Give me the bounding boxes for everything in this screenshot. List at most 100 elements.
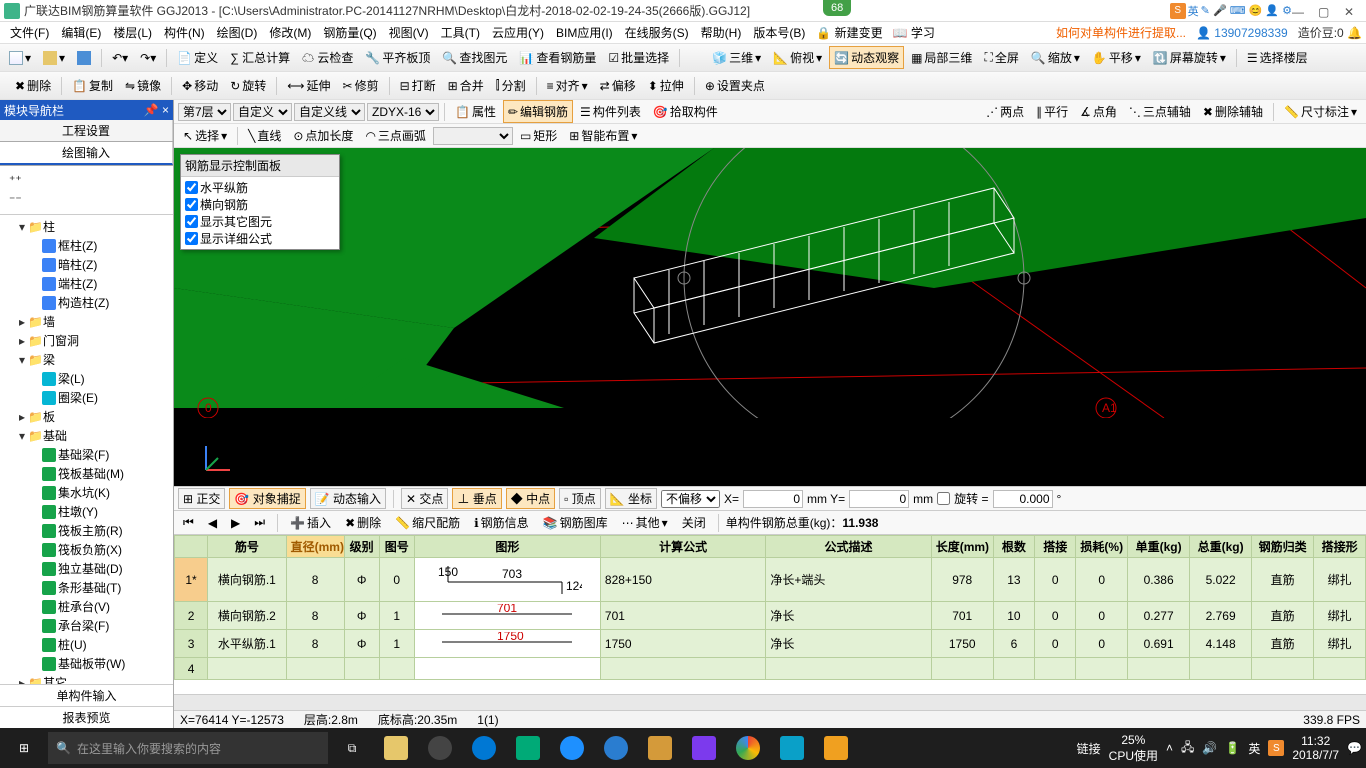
app-generic1[interactable]: [684, 728, 724, 768]
grid-cell[interactable]: Φ: [344, 558, 379, 602]
tree-node[interactable]: 桩(U): [2, 635, 171, 654]
grid-header[interactable]: 搭接形: [1314, 536, 1366, 558]
ime-mode[interactable]: 英: [1188, 3, 1199, 19]
rebar-display-panel[interactable]: 钢筋显示控制面板 水平纵筋 横向钢筋 显示其它图元 显示详细公式: [180, 154, 340, 250]
threept-button[interactable]: ⋱ 三点辅轴: [1124, 100, 1196, 123]
grid-cell[interactable]: 横向钢筋.2: [208, 602, 287, 630]
grid-cell[interactable]: [931, 658, 993, 680]
tray-battery-icon[interactable]: 🔋: [1225, 741, 1240, 755]
new-button[interactable]: ▾: [4, 48, 36, 68]
grid-cell[interactable]: 1: [379, 630, 414, 658]
tree-node[interactable]: 端柱(Z): [2, 274, 171, 293]
tree-node[interactable]: ▸📁门窗洞: [2, 331, 171, 350]
grid-cell[interactable]: 13: [993, 558, 1034, 602]
tree-node[interactable]: ▾📁基础: [2, 426, 171, 445]
subcat-select[interactable]: 自定义线: [294, 103, 365, 121]
insert-row-button[interactable]: ➕ 插入: [285, 511, 336, 534]
app-edge1[interactable]: [464, 728, 504, 768]
fullscreen-button[interactable]: ⛶ 全屏: [979, 46, 1023, 69]
tree-node[interactable]: ▸📁墙: [2, 312, 171, 331]
grid-cell[interactable]: [1035, 658, 1076, 680]
tree-node[interactable]: ▸📁其它: [2, 673, 171, 684]
cloud-check-button[interactable]: ☁ 云检查: [297, 46, 358, 69]
tray-ime-icon[interactable]: 英: [1248, 740, 1260, 757]
tree-node[interactable]: 梁(L): [2, 369, 171, 388]
grid-cell[interactable]: 1*: [175, 558, 208, 602]
grid-cell[interactable]: 0: [1076, 558, 1128, 602]
tree-node[interactable]: 筏板负筋(X): [2, 540, 171, 559]
screen-rotate-button[interactable]: 🔃 屏幕旋转▾: [1148, 46, 1231, 69]
twopt-button[interactable]: ⋰ 两点: [981, 100, 1029, 123]
mid-toggle[interactable]: ◆ 中点: [506, 488, 555, 509]
display-option[interactable]: 横向钢筋: [185, 196, 335, 213]
menu-item[interactable]: BIM应用(I): [550, 24, 619, 42]
arc-select[interactable]: [433, 127, 513, 145]
grid-cell[interactable]: 水平纵筋.1: [208, 630, 287, 658]
menu-item[interactable]: 编辑(E): [55, 24, 107, 42]
grid-cell[interactable]: 3: [175, 630, 208, 658]
tree-node[interactable]: 基础板带(W): [2, 654, 171, 673]
menu-item[interactable]: 楼层(L): [107, 24, 158, 42]
grid-cell[interactable]: [1076, 658, 1128, 680]
next-button[interactable]: ▶: [226, 513, 245, 533]
grid-cell[interactable]: 2.769: [1190, 602, 1252, 630]
tray-network-icon[interactable]: 🖧: [1181, 738, 1194, 759]
rotate-button[interactable]: ↻ 旋转: [225, 74, 271, 97]
floor-select[interactable]: 第7层: [178, 103, 231, 121]
grid-header[interactable]: 级别: [344, 536, 379, 558]
zoom-button[interactable]: 🔍 缩放▾: [1026, 46, 1085, 69]
grid-cell[interactable]: [1252, 658, 1314, 680]
grid-cell[interactable]: 净长+端头: [766, 558, 931, 602]
grid-cell[interactable]: 0: [1076, 602, 1128, 630]
sum-button[interactable]: ∑ 汇总计算: [225, 46, 295, 69]
grid-header[interactable]: 直径(mm): [286, 536, 344, 558]
menu-new-change[interactable]: 🔒 新建变更: [811, 21, 887, 44]
other-button[interactable]: ⋯ 其他▾: [617, 511, 673, 534]
grid-header[interactable]: 钢筋归类: [1252, 536, 1314, 558]
y-input[interactable]: [849, 490, 909, 508]
grid-cell[interactable]: 0: [1035, 630, 1076, 658]
tree-node[interactable]: 集水坑(K): [2, 483, 171, 502]
grid-cell[interactable]: 1750: [931, 630, 993, 658]
menu-item[interactable]: 绘图(D): [211, 24, 264, 42]
start-button[interactable]: ⊞: [4, 728, 44, 768]
display-option[interactable]: 显示详细公式: [185, 230, 335, 247]
grid-cell[interactable]: 0: [1076, 630, 1128, 658]
grid-header[interactable]: 公式描述: [766, 536, 931, 558]
menu-item[interactable]: 修改(M): [263, 24, 317, 42]
grid-cell[interactable]: [1314, 658, 1366, 680]
array-button[interactable]: ⬍ 拉伸: [643, 74, 689, 97]
grid-cell[interactable]: [766, 658, 931, 680]
app-notes[interactable]: [816, 728, 856, 768]
delaux-button[interactable]: ✖ 删除辅轴: [1198, 100, 1268, 123]
grid-cell[interactable]: [286, 658, 344, 680]
extend-button[interactable]: ⟷ 延伸: [282, 74, 335, 97]
grid-cell[interactable]: 8: [286, 558, 344, 602]
grid-header[interactable]: 长度(mm): [931, 536, 993, 558]
redo-button[interactable]: ↷▾: [135, 48, 161, 68]
rotate-check[interactable]: [937, 492, 950, 505]
tree-node[interactable]: 独立基础(D): [2, 559, 171, 578]
grid-cell[interactable]: 8: [286, 602, 344, 630]
cross-toggle[interactable]: ✕ 交点: [401, 488, 448, 509]
menu-item[interactable]: 构件(N): [158, 24, 211, 42]
menu-item[interactable]: 钢筋量(Q): [317, 24, 382, 42]
tree-node[interactable]: 框柱(Z): [2, 236, 171, 255]
display-option[interactable]: 水平纵筋: [185, 179, 335, 196]
grid-cell[interactable]: [379, 658, 414, 680]
tree-node[interactable]: 条形基础(T): [2, 578, 171, 597]
delete-row-button[interactable]: ✖ 删除: [340, 511, 386, 534]
steel-info-button[interactable]: ℹ 钢筋信息: [469, 511, 534, 534]
grid-cell[interactable]: 绑扎: [1314, 630, 1366, 658]
tree-view[interactable]: ▾📁柱框柱(Z)暗柱(Z)端柱(Z)构造柱(Z)▸📁墙▸📁门窗洞▾📁梁梁(L)圈…: [0, 215, 173, 684]
dyn-observe-button[interactable]: 🔄 动态观察: [829, 46, 904, 69]
taskbar-search[interactable]: 🔍 在这里输入你要搜索的内容: [48, 732, 328, 764]
user-id[interactable]: 👤 13907298339: [1196, 26, 1288, 40]
expand-all-button[interactable]: ⁺⁺: [4, 170, 169, 190]
tray-link[interactable]: 链接: [1077, 740, 1101, 757]
tab-report-preview[interactable]: 报表预览: [0, 706, 173, 728]
grid-cell[interactable]: 2: [175, 602, 208, 630]
x-input[interactable]: [743, 490, 803, 508]
grid-cell[interactable]: 701: [414, 602, 600, 630]
break-button[interactable]: ⊟ 打断: [395, 74, 441, 97]
